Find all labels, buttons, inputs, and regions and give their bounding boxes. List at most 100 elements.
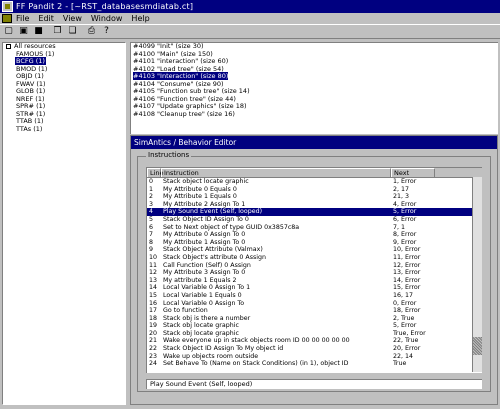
- document-icon[interactable]: [2, 14, 12, 23]
- cell-next: 20, Error: [393, 345, 421, 353]
- table-row[interactable]: 21 Wake everyone up in stack objects room…: [147, 337, 482, 345]
- menu-file[interactable]: File: [16, 14, 29, 23]
- cell-instruction: My Attribute 1 Assign To 0: [163, 238, 246, 246]
- scroll-thumb[interactable]: [473, 337, 482, 355]
- help-icon[interactable]: ?: [100, 26, 113, 38]
- cell-next: 22, True: [393, 337, 419, 345]
- app-icon: [2, 1, 13, 12]
- cell-line: 1: [149, 185, 154, 193]
- resource-list[interactable]: #4099 "Init" (size 30) #4100 "Main" (size…: [130, 42, 498, 134]
- menu-view[interactable]: View: [63, 14, 82, 23]
- cell-next: True, Error: [393, 329, 426, 337]
- cell-next: 5, Error: [393, 208, 417, 216]
- cell-next: 10, Error: [393, 246, 421, 254]
- table-row[interactable]: 16 Local Variable 0 Assign To 0, Error: [147, 300, 482, 308]
- table-row[interactable]: 7 My Attribute 0 Assign To 0 8, Error: [147, 231, 482, 239]
- cell-line: 20: [149, 329, 158, 337]
- table-row[interactable]: 13 My attribute 1 Equals 2 14, Error: [147, 277, 482, 285]
- cell-line: 3: [149, 200, 154, 208]
- column-header-instruction[interactable]: Instruction: [161, 168, 391, 177]
- vertical-scrollbar[interactable]: [472, 177, 482, 372]
- cell-instruction: My attribute 1 Equals 2: [163, 276, 237, 284]
- cell-line: 9: [149, 246, 154, 254]
- open-icon[interactable]: ▣: [17, 26, 30, 38]
- cell-line: 10: [149, 253, 158, 261]
- copy-icon[interactable]: ❐: [51, 26, 64, 38]
- cell-instruction: Stack obj locate graphic: [163, 322, 239, 330]
- menu-bar: File Edit View Window Help: [0, 13, 500, 24]
- table-row[interactable]: 15 Local Variable 1 Equals 0 16, 17: [147, 292, 482, 300]
- cell-instruction: Set to Next object of type GUID 0x3857c8…: [163, 223, 300, 231]
- cell-instruction: Stack object locate graphic: [163, 178, 249, 185]
- table-row[interactable]: 18 Stack obj is there a number 2, True: [147, 315, 482, 323]
- table-row[interactable]: 3 My Attribute 2 Assign To 1 4, Error: [147, 201, 482, 209]
- cell-instruction: Local Variable 0 Assign To 1: [163, 284, 251, 292]
- table-row[interactable]: 14 Local Variable 0 Assign To 1 15, Error: [147, 284, 482, 292]
- cell-instruction: Play Sound Event (Self, looped): [163, 208, 263, 216]
- table-row[interactable]: 9 Stack Object Attribute (Valmax) 10, Erro…: [147, 246, 482, 254]
- table-row[interactable]: 6 Set to Next object of type GUID 0x3857c…: [147, 224, 482, 232]
- title-bar: FF Pandit 2 - [~RST_databasesmdiatab.ct]: [0, 0, 500, 13]
- cell-line: 24: [149, 360, 158, 368]
- column-header-next[interactable]: Next: [391, 168, 435, 177]
- print-icon[interactable]: ⎙: [85, 26, 98, 38]
- resource-item[interactable]: #4108 "Cleanup tree" (size 16): [131, 110, 498, 119]
- behavior-editor-window: SimAntics / Behavior Editor Instructions…: [130, 135, 498, 405]
- cell-instruction: Set Behave To (Name on Stack Conditions)…: [163, 360, 349, 368]
- editor-title: SimAntics / Behavior Editor: [131, 136, 497, 149]
- table-row[interactable]: 12 My Attribute 3 Assign To 0 13, Error: [147, 269, 482, 277]
- resource-tree[interactable]: All resources FAMOUS (1) BCFG (1) BMOD (1)…: [2, 42, 126, 405]
- cell-line: 5: [149, 215, 154, 223]
- cell-line: 22: [149, 345, 158, 353]
- table-row[interactable]: 11 Call Function (Self) 0 Assign 12, Error: [147, 262, 482, 270]
- table-row[interactable]: 4 Play Sound Event (Self, looped) 5, Error: [147, 208, 482, 216]
- cell-instruction: My Attribute 2 Assign To 1: [163, 200, 246, 208]
- new-icon[interactable]: ▢: [2, 26, 15, 38]
- cell-next: 5, Error: [393, 322, 417, 330]
- table-row[interactable]: 8 My Attribute 1 Assign To 0 9, Error: [147, 239, 482, 247]
- menu-window[interactable]: Window: [91, 14, 123, 23]
- table-row[interactable]: 20 Stack obj locate graphic True, Error: [147, 330, 482, 338]
- cell-next: 4, Error: [393, 200, 417, 208]
- table-row[interactable]: 1 My Attribute 0 Equals 0 2, 17: [147, 186, 482, 194]
- cell-line: 0: [149, 178, 154, 185]
- menu-edit[interactable]: Edit: [38, 14, 54, 23]
- cell-instruction: My Attribute 0 Equals 0: [163, 185, 237, 193]
- cell-instruction: My Attribute 1 Equals 0: [163, 193, 237, 201]
- cell-next: 11, Error: [393, 253, 421, 261]
- cell-instruction: My Attribute 3 Assign To 0: [163, 269, 246, 277]
- table-row[interactable]: 19 Stack obj locate graphic 5, Error: [147, 322, 482, 330]
- paste-icon[interactable]: ❏: [66, 26, 79, 38]
- cell-next: 9, Error: [393, 238, 417, 246]
- table-row[interactable]: 5 Stack Object ID Assign To 0 6, Error: [147, 216, 482, 224]
- cell-next: 22, 14: [393, 352, 414, 360]
- cell-instruction: Wake up objects room outside: [163, 352, 259, 360]
- table-row[interactable]: 10 Stack Object's attribute 0 Assign 11, E…: [147, 254, 482, 262]
- collapse-icon[interactable]: [6, 43, 11, 49]
- table-header: Line Instruction Next: [147, 168, 482, 178]
- cell-line: 4: [149, 208, 154, 216]
- table-row[interactable]: 17 Go to function 18, Error: [147, 307, 482, 315]
- instruction-status: Play Sound Event (Self, looped): [146, 379, 482, 389]
- cell-next: 15, Error: [393, 284, 421, 292]
- cell-instruction: Stack obj is there a number: [163, 314, 251, 322]
- cell-instruction: Local Variable 1 Equals 0: [163, 291, 242, 299]
- cell-next: 18, Error: [393, 307, 421, 315]
- column-header-line[interactable]: Line: [147, 168, 164, 177]
- cell-instruction: Wake everyone up in stack objects room I…: [163, 337, 350, 345]
- table-row[interactable]: 22 Stack Object ID Assign To My object id…: [147, 345, 482, 353]
- cell-line: 8: [149, 238, 154, 246]
- cell-next: 2, 17: [393, 185, 410, 193]
- cell-line: 23: [149, 352, 158, 360]
- cell-instruction: Stack Object's attribute 0 Assign: [163, 253, 267, 261]
- menu-help[interactable]: Help: [131, 14, 149, 23]
- table-row[interactable]: 23 Wake up objects room outside 22, 14: [147, 353, 482, 361]
- save-icon[interactable]: ■: [32, 26, 45, 38]
- table-row[interactable]: 0 Stack object locate graphic 1, Error: [147, 178, 482, 186]
- instruction-table[interactable]: Line Instruction Next 0 Stack object loca…: [146, 167, 482, 373]
- table-row[interactable]: 24 Set Behave To (Name on Stack Condition…: [147, 360, 482, 368]
- instructions-label: Instructions: [146, 151, 192, 159]
- table-row[interactable]: 2 My Attribute 1 Equals 0 21, 3: [147, 193, 482, 201]
- cell-instruction: Stack Object Attribute (Valmax): [163, 246, 263, 254]
- tree-item[interactable]: TTAs (1): [3, 125, 125, 134]
